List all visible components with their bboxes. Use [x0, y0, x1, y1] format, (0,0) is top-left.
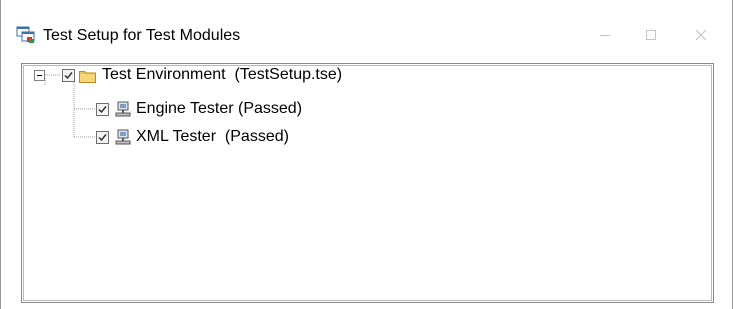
close-button[interactable]	[678, 18, 724, 52]
test-setup-app-icon	[16, 26, 35, 43]
engine-tester-checkbox[interactable]	[96, 103, 109, 116]
computer-icon	[115, 101, 131, 117]
test-environment-label: Test Environment (TestSetup.tse)	[102, 66, 343, 83]
xml-tester-label: XML Tester (Passed)	[136, 128, 289, 145]
folder-icon	[79, 71, 96, 83]
checkmark-icon	[98, 106, 107, 114]
engine-tester-label: Engine Tester (Passed)	[136, 100, 303, 117]
test-setup-window: Test Setup for Test Modules Test Environ…	[0, 0, 733, 309]
close-icon	[695, 29, 707, 41]
checkmark-icon	[98, 134, 107, 142]
minimize-icon	[600, 35, 610, 36]
test-module-tree[interactable]: Test Environment (TestSetup.tse) Engine …	[21, 63, 714, 303]
title-bar[interactable]: Test Setup for Test Modules	[1, 0, 732, 58]
tree-view-area: Test Environment (TestSetup.tse) Engine …	[23, 65, 712, 301]
tree-node-xml-tester[interactable]: XML Tester (Passed)	[24, 126, 444, 148]
tree-node-engine-tester[interactable]: Engine Tester (Passed)	[24, 98, 444, 120]
window-title: Test Setup for Test Modules	[43, 27, 241, 44]
minimize-button[interactable]	[582, 18, 628, 52]
collapse-toggle-icon[interactable]	[34, 70, 45, 81]
maximize-button[interactable]	[628, 18, 674, 52]
xml-tester-checkbox[interactable]	[96, 131, 109, 144]
computer-icon	[115, 129, 131, 145]
checkmark-icon	[64, 72, 73, 80]
maximize-icon	[646, 30, 656, 40]
tree-node-test-environment[interactable]: Test Environment (TestSetup.tse)	[24, 66, 444, 88]
test-environment-checkbox[interactable]	[62, 69, 75, 82]
